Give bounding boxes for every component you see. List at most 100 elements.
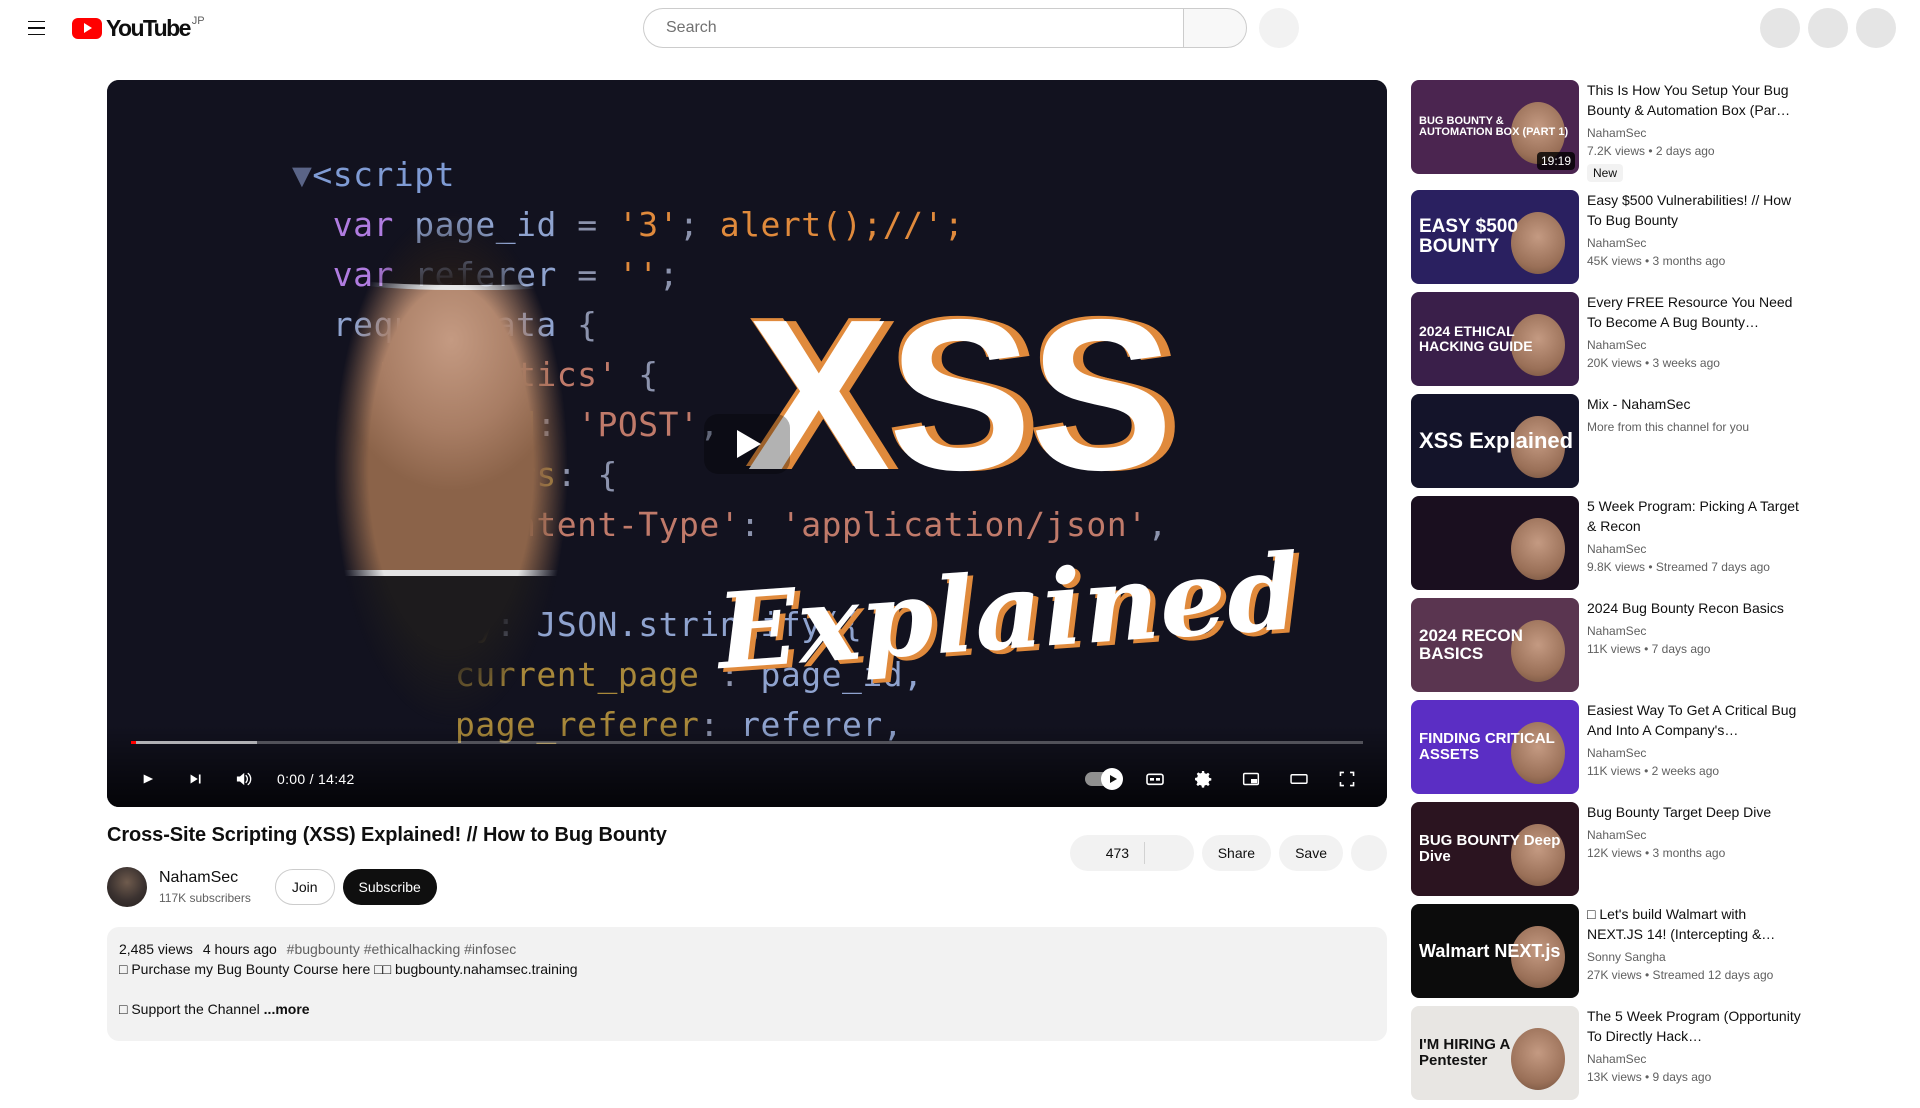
thumbnail-title-main: XSS bbox=[747, 274, 1173, 515]
like-dislike-divider bbox=[1143, 842, 1145, 864]
list-item-meta: Easiest Way To Get A Critical Bug And In… bbox=[1579, 700, 1805, 794]
menu-bar bbox=[27, 20, 45, 23]
thumbnail-text: XSS Explained bbox=[1419, 427, 1574, 453]
list-item-meta: 2024 Bug Bounty Recon Basics NahamSec 11K … bbox=[1579, 598, 1805, 692]
youtube-play-icon bbox=[72, 17, 102, 39]
guide-menu-icon[interactable] bbox=[16, 8, 56, 48]
list-item-stats: 7.2K views • 2 days ago bbox=[1587, 144, 1715, 158]
channel-name[interactable]: NahamSec bbox=[159, 867, 251, 889]
channel-avatar[interactable] bbox=[107, 867, 147, 907]
create-button[interactable] bbox=[1760, 8, 1800, 48]
notifications-button[interactable] bbox=[1808, 8, 1848, 48]
list-item-title: Easy $500 Vulnerabilities! // How To Bug… bbox=[1587, 192, 1792, 228]
list-item-channel[interactable]: NahamSec bbox=[1587, 826, 1805, 844]
masthead-right-buttons bbox=[1760, 8, 1896, 48]
video-thumbnail[interactable]: Walmart NEXT.js bbox=[1411, 904, 1579, 998]
video-player[interactable]: ▼<script var page_id = '3'; alert();//';… bbox=[107, 80, 1387, 807]
primary-column: ▼<script var page_id = '3'; alert();//';… bbox=[107, 80, 1387, 1041]
owner-text: NahamSec 117K subscribers bbox=[159, 867, 251, 907]
list-item[interactable]: I'M HIRING A Pentester The 5 Week Program… bbox=[1411, 1006, 1813, 1100]
thumbnail-text: Walmart NEXT.js bbox=[1419, 940, 1561, 961]
list-item-title: □ Let's build Walmart with NEXT.JS 14! (… bbox=[1587, 906, 1776, 942]
list-item-meta: Every FREE Resource You Need To Become A… bbox=[1579, 292, 1805, 386]
list-item-meta: Bug Bounty Target Deep Dive NahamSec 12K v… bbox=[1579, 802, 1805, 896]
search-input[interactable] bbox=[666, 19, 1183, 37]
subscribe-button[interactable]: Subscribe bbox=[342, 869, 437, 905]
settings-gear-icon[interactable] bbox=[1179, 755, 1227, 803]
list-item-channel[interactable]: NahamSec bbox=[1587, 336, 1805, 354]
autoplay-play-glyph bbox=[1109, 775, 1117, 783]
page-content: ▼<script var page_id = '3'; alert();//';… bbox=[0, 56, 1920, 1100]
youtube-logo[interactable]: YouTube JP bbox=[72, 14, 205, 41]
mute-button[interactable] bbox=[219, 755, 267, 803]
more-actions-button[interactable] bbox=[1351, 835, 1387, 871]
list-item-stats: 27K views • Streamed 12 days ago bbox=[1587, 968, 1774, 982]
list-item[interactable]: EASY $500 BOUNTY Easy $500 Vulnerabilitie… bbox=[1411, 190, 1813, 284]
thumbnail-text: 2024 ETHICAL HACKING GUIDE bbox=[1419, 323, 1533, 354]
list-item[interactable]: BUG BOUNTY & AUTOMATION BOX (PART 1) 19:1… bbox=[1411, 80, 1813, 182]
list-item-channel[interactable]: NahamSec bbox=[1587, 1050, 1805, 1068]
description-line-2-text: □ Support the Channel bbox=[119, 1001, 260, 1017]
video-thumbnail[interactable]: XSS Explained bbox=[1411, 394, 1579, 488]
voice-search-button[interactable] bbox=[1259, 8, 1299, 48]
search-box[interactable] bbox=[643, 8, 1183, 48]
list-item-channel[interactable]: NahamSec bbox=[1587, 124, 1805, 142]
video-thumbnail[interactable]: FINDING CRITICAL ASSETS bbox=[1411, 700, 1579, 794]
list-item-stats: 13K views • 9 days ago bbox=[1587, 1070, 1712, 1084]
list-item-channel[interactable]: NahamSec bbox=[1587, 234, 1805, 252]
youtube-logo-mark: YouTube bbox=[72, 14, 191, 41]
save-button[interactable]: Save bbox=[1279, 835, 1343, 871]
avatar[interactable] bbox=[1856, 8, 1896, 48]
list-item-channel[interactable]: NahamSec bbox=[1587, 744, 1805, 762]
show-more-button[interactable]: ...more bbox=[264, 1001, 310, 1017]
description-line-2: □ Support the Channel ...more bbox=[119, 999, 1375, 1019]
logo-country-code: JP bbox=[191, 14, 205, 27]
miniplayer-button[interactable] bbox=[1227, 755, 1275, 803]
video-thumbnail[interactable]: EASY $500 BOUNTY bbox=[1411, 190, 1579, 284]
secondary-column: BUG BOUNTY & AUTOMATION BOX (PART 1) 19:1… bbox=[1411, 80, 1813, 1108]
large-play-button[interactable] bbox=[704, 413, 790, 474]
list-item-title: The 5 Week Program (Opportunity To Direc… bbox=[1587, 1008, 1801, 1044]
list-item-channel[interactable]: Sonny Sangha bbox=[1587, 948, 1805, 966]
list-item[interactable]: BUG BOUNTY Deep Dive Bug Bounty Target De… bbox=[1411, 802, 1813, 896]
video-thumbnail[interactable]: 2024 RECON BASICS bbox=[1411, 598, 1579, 692]
list-item-title: 5 Week Program: Picking A Target & Recon bbox=[1587, 498, 1799, 534]
list-item[interactable]: 5 Week Program: Picking A Target & Recon… bbox=[1411, 496, 1813, 590]
list-item[interactable]: 2024 ETHICAL HACKING GUIDE Every FREE Res… bbox=[1411, 292, 1813, 386]
list-item-meta: The 5 Week Program (Opportunity To Direc… bbox=[1579, 1006, 1805, 1100]
thumbnail-person: FREAK bbox=[211, 100, 691, 807]
list-item-stats: 45K views • 3 months ago bbox=[1587, 254, 1726, 268]
like-dislike-group[interactable]: 473 bbox=[1069, 835, 1194, 871]
captions-button[interactable] bbox=[1131, 755, 1179, 803]
list-item[interactable]: 2024 RECON BASICS 2024 Bug Bounty Recon B… bbox=[1411, 598, 1813, 692]
list-item[interactable]: Walmart NEXT.js □ Let's build Walmart wit… bbox=[1411, 904, 1813, 998]
youtube-wordmark: YouTube bbox=[106, 14, 191, 41]
list-item-channel[interactable]: NahamSec bbox=[1587, 622, 1805, 640]
share-button[interactable]: Share bbox=[1201, 835, 1272, 871]
video-thumbnail[interactable] bbox=[1411, 496, 1579, 590]
list-item[interactable]: XSS Explained Mix - NahamSec More from thi… bbox=[1411, 394, 1813, 488]
video-thumbnail[interactable]: BUG BOUNTY & AUTOMATION BOX (PART 1) 19:1… bbox=[1411, 80, 1579, 174]
search-button[interactable] bbox=[1183, 8, 1247, 48]
list-item-title: 2024 Bug Bounty Recon Basics bbox=[1587, 600, 1784, 616]
list-item-channel[interactable]: More from this channel for you bbox=[1587, 418, 1805, 436]
player-controls: 0:00 / 14:42 bbox=[107, 725, 1387, 807]
join-button[interactable]: Join bbox=[274, 869, 335, 905]
fullscreen-button[interactable] bbox=[1323, 755, 1371, 803]
theater-mode-button[interactable] bbox=[1275, 755, 1323, 803]
description-box[interactable]: 2,485 views 4 hours ago #bugbounty #ethi… bbox=[107, 927, 1387, 1041]
autoplay-toggle[interactable] bbox=[1085, 768, 1123, 790]
video-thumbnail[interactable]: 2024 ETHICAL HACKING GUIDE bbox=[1411, 292, 1579, 386]
list-item-stats: 9.8K views • Streamed 7 days ago bbox=[1587, 560, 1770, 574]
list-item-channel[interactable]: NahamSec bbox=[1587, 540, 1805, 558]
progress-played bbox=[131, 741, 136, 744]
video-thumbnail[interactable]: BUG BOUNTY Deep Dive bbox=[1411, 802, 1579, 896]
progress-bar[interactable] bbox=[131, 741, 1363, 744]
list-item-title: This Is How You Setup Your Bug Bounty & … bbox=[1587, 82, 1791, 118]
status-badge: New bbox=[1587, 164, 1624, 182]
next-video-button[interactable] bbox=[171, 755, 219, 803]
search-form bbox=[643, 8, 1247, 48]
play-button[interactable] bbox=[123, 755, 171, 803]
list-item[interactable]: FINDING CRITICAL ASSETS Easiest Way To Ge… bbox=[1411, 700, 1813, 794]
video-thumbnail[interactable]: I'M HIRING A Pentester bbox=[1411, 1006, 1579, 1100]
